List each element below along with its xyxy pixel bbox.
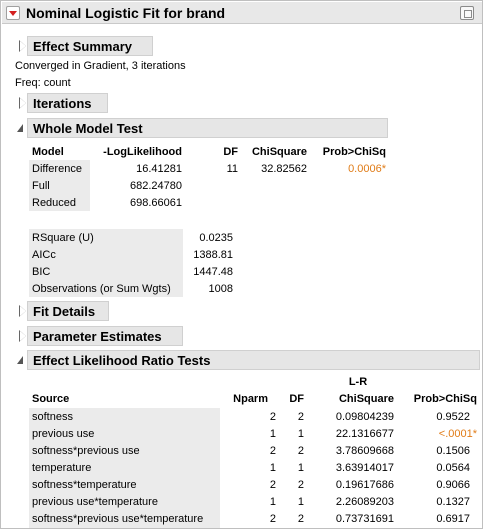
stat-value: 1008 (208, 283, 233, 295)
table-cell: softness*previous use*temperature (32, 513, 204, 525)
table-cell: 2 (297, 513, 304, 525)
table-cell: 2 (269, 445, 276, 457)
table-cell: 1 (269, 462, 276, 474)
table-cell: 1 (297, 496, 304, 508)
table-cell: softness (32, 411, 73, 423)
freq-note: Freq: count (15, 77, 71, 89)
table-cell: 2 (297, 445, 304, 457)
disclosure-down-icon[interactable] (17, 123, 27, 133)
table-cell: Full (32, 180, 50, 192)
table-cell: softness*temperature (32, 479, 137, 491)
column-header: Nparm (233, 393, 268, 405)
table-cell: 2.26089203 (335, 496, 394, 508)
convergence-note: Converged in Gradient, 3 iterations (15, 60, 186, 72)
stat-value: 1388.81 (193, 249, 233, 261)
table-cell: 0.9066 (436, 479, 470, 491)
table-cell: 0.6917 (436, 513, 470, 525)
table-cell: softness*previous use (32, 445, 140, 457)
table-cell: 2 (269, 411, 276, 423)
column-header: Source (32, 393, 70, 405)
outline-effect-summary[interactable]: Effect Summary (27, 36, 153, 56)
column-header: DF (223, 146, 238, 158)
nominal-logistic-report: Nominal Logistic Fit for brand Effect Su… (0, 0, 483, 529)
table-cell: 0.9522 (436, 411, 470, 423)
table-cell: 0.73731691 (335, 513, 394, 525)
table-cell: 1 (269, 428, 276, 440)
table-cell: 16.41281 (136, 163, 182, 175)
table-cell: 2 (269, 479, 276, 491)
table-cell: 0.0564 (436, 462, 470, 474)
significant-p-value: <.0001* (438, 428, 477, 440)
window-restore-icon[interactable] (460, 6, 474, 20)
outline-whole-model-test[interactable]: Whole Model Test (27, 118, 388, 138)
stat-label: AICc (32, 249, 56, 261)
outline-fit-details[interactable]: Fit Details (27, 301, 109, 321)
table-cell: 3.63914017 (335, 462, 394, 474)
report-header: Nominal Logistic Fit for brand (2, 2, 482, 24)
table-cell: 2 (297, 411, 304, 423)
red-triangle-menu-icon[interactable] (6, 6, 20, 20)
report-title: Nominal Logistic Fit for brand (26, 5, 226, 21)
table-cell: temperature (32, 462, 92, 474)
column-header: ChiSquare (338, 393, 394, 405)
stat-label: Observations (or Sum Wgts) (32, 283, 171, 295)
column-header: L-R (348, 376, 368, 388)
table-cell: 0.1327 (436, 496, 470, 508)
table-cell: 3.78609668 (335, 445, 394, 457)
table-cell: 698.66061 (130, 197, 182, 209)
table-cell: 1 (269, 496, 276, 508)
table-cell: 682.24780 (130, 180, 182, 192)
stat-value: 0.0235 (199, 232, 233, 244)
outline-effect-lr-tests[interactable]: Effect Likelihood Ratio Tests (27, 350, 480, 370)
table-cell: 1 (297, 462, 304, 474)
table-cell: 22.1316677 (335, 428, 394, 440)
table-cell: 0.19617686 (335, 479, 394, 491)
stat-value: 1447.48 (193, 266, 233, 278)
column-header: Model (32, 146, 64, 158)
disclosure-down-icon[interactable] (17, 355, 27, 365)
outline-parameter-estimates[interactable]: Parameter Estimates (27, 326, 183, 346)
table-cell: 0.09804239 (335, 411, 394, 423)
table-cell: 2 (269, 513, 276, 525)
column-header: -LogLikelihood (103, 146, 182, 158)
table-cell: previous use (32, 428, 95, 440)
table-cell: Reduced (32, 197, 77, 209)
table-cell: 2 (297, 479, 304, 491)
outline-iterations[interactable]: Iterations (27, 93, 108, 113)
significant-p-value: 0.0006* (348, 163, 386, 175)
table-cell: 1 (297, 428, 304, 440)
column-header: Prob>ChiSq (322, 146, 386, 158)
column-header: ChiSquare (251, 146, 307, 158)
stat-label: RSquare (U) (32, 232, 94, 244)
column-header: Prob>ChiSq (413, 393, 477, 405)
table-cell: previous use*temperature (32, 496, 158, 508)
table-cell: Difference (32, 163, 82, 175)
table-cell: 32.82562 (261, 163, 307, 175)
stat-label: BIC (32, 266, 51, 278)
table-cell: 11 (226, 163, 238, 175)
table-cell: 0.1506 (436, 445, 470, 457)
column-header: DF (289, 393, 304, 405)
